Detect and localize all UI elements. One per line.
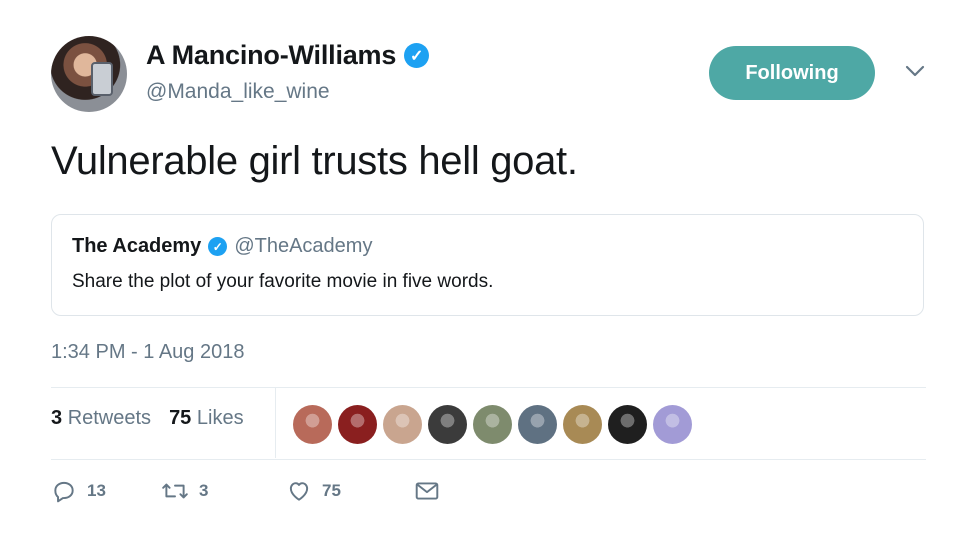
author-avatar[interactable] xyxy=(51,36,127,112)
like-action[interactable]: 75 xyxy=(286,478,414,504)
retweets-stat[interactable]: 3 Retweets xyxy=(51,407,151,430)
quoted-tweet-text: Share the plot of your favorite movie in… xyxy=(72,271,494,292)
tweet-timestamp[interactable]: 1:34 PM - 1 Aug 2018 xyxy=(51,341,244,364)
quoted-handle: @TheAcademy xyxy=(234,235,373,257)
retweet-action[interactable]: 3 xyxy=(161,478,286,504)
liker-avatar-7[interactable] xyxy=(563,405,602,444)
envelope-icon xyxy=(414,479,440,503)
liker-avatar-5[interactable] xyxy=(473,405,512,444)
heart-icon xyxy=(286,478,312,504)
author-name-row: A Mancino-Williams ✓ xyxy=(146,40,430,71)
engagement-stats: 3 Retweets 75 Likes xyxy=(51,407,244,430)
divider-bottom xyxy=(51,459,926,460)
retweet-count: 3 xyxy=(199,481,209,500)
likes-count: 75 xyxy=(169,407,192,429)
tweet-text: Vulnerable girl trusts hell goat. xyxy=(51,139,578,183)
retweets-count: 3 xyxy=(51,407,63,429)
retweet-icon xyxy=(161,478,189,504)
liker-avatar-1[interactable] xyxy=(293,405,332,444)
author-display-name[interactable]: A Mancino-Williams xyxy=(146,40,396,71)
verified-badge-icon: ✓ xyxy=(404,43,430,68)
liker-avatar-6[interactable] xyxy=(518,405,557,444)
chevron-down-icon[interactable] xyxy=(902,58,928,84)
tweet-actions: 13 3 75 xyxy=(51,478,440,504)
following-button[interactable]: Following xyxy=(709,46,875,100)
quoted-display-name: The Academy xyxy=(72,235,202,257)
liker-avatar-4[interactable] xyxy=(428,405,467,444)
quoted-tweet-card[interactable]: The Academy ✓ @TheAcademy Share the plot… xyxy=(51,214,924,316)
reply-action[interactable]: 13 xyxy=(51,478,161,504)
divider-top xyxy=(51,387,926,388)
author-handle[interactable]: @Manda_like_wine xyxy=(146,80,330,104)
message-action[interactable] xyxy=(414,479,440,503)
reply-count: 13 xyxy=(87,481,106,500)
quoted-tweet-header: The Academy ✓ @TheAcademy xyxy=(72,235,372,258)
stats-divider xyxy=(275,388,276,458)
liker-avatar-9[interactable] xyxy=(653,405,692,444)
liker-avatar-2[interactable] xyxy=(338,405,377,444)
reply-icon xyxy=(51,478,77,504)
liker-avatar-8[interactable] xyxy=(608,405,647,444)
like-count: 75 xyxy=(322,481,341,500)
likers-avatar-list xyxy=(293,405,692,444)
likes-label: Likes xyxy=(196,407,244,429)
quoted-verified-badge-icon: ✓ xyxy=(208,237,228,256)
liker-avatar-3[interactable] xyxy=(383,405,422,444)
retweets-label: Retweets xyxy=(67,407,152,429)
likes-stat[interactable]: 75 Likes xyxy=(169,407,244,430)
